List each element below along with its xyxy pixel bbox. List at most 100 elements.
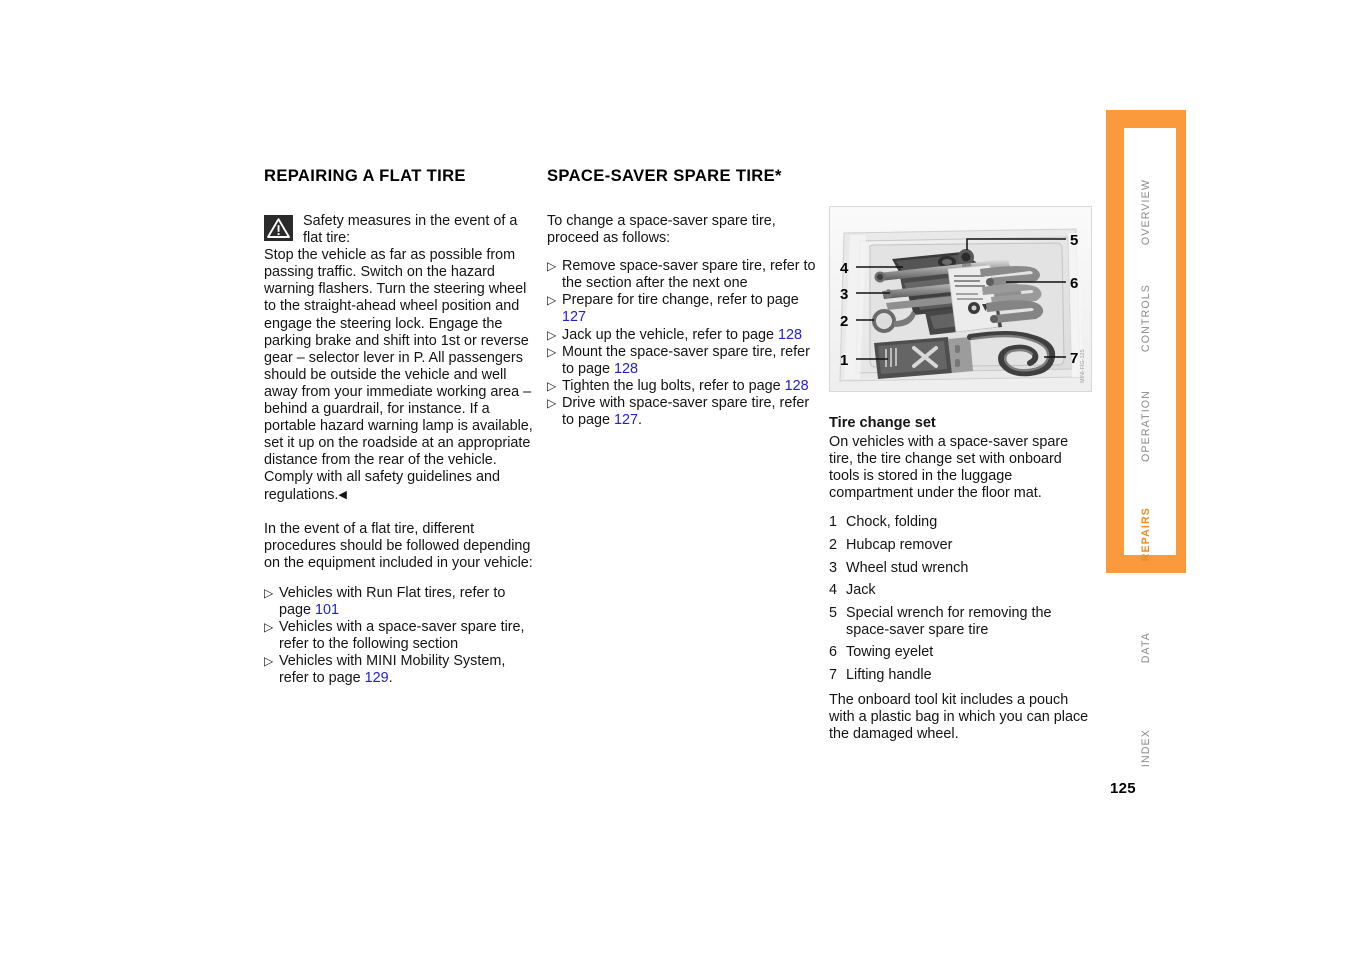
- page-reference-link[interactable]: 128: [778, 327, 802, 343]
- legend-number: 4: [829, 582, 838, 599]
- list-item: 1 Chock, folding: [829, 514, 1095, 531]
- list-item-text: Jack up the vehicle, refer to page: [562, 326, 778, 343]
- figure-callout-2: 2: [840, 313, 848, 330]
- figure-callout-6: 6: [1070, 275, 1078, 292]
- figure-callout-7: 7: [1070, 350, 1078, 367]
- legend-label: Towing eyelet: [846, 644, 934, 661]
- list-item: 3 Wheel stud wrench: [829, 560, 1095, 577]
- legend-number: 3: [829, 559, 838, 576]
- arrow-bullet-icon: ▷: [264, 620, 274, 635]
- legend-label: Hubcap remover: [846, 536, 953, 553]
- column-left: REPAIRING A FLAT TIRE Safety measures in…: [264, 166, 536, 687]
- legend-label: Jack: [846, 582, 876, 599]
- space-saver-intro-text: To change a space-saver spare tire, proc…: [547, 213, 776, 247]
- sidebar-item-label: REPAIRS: [1140, 506, 1152, 562]
- sidebar-item-label: INDEX: [1140, 728, 1152, 768]
- list-item-text-after: .: [638, 412, 643, 429]
- sidebar-label-controls-wrap: CONTROLS: [1106, 258, 1186, 378]
- figure-callout-4: 4: [840, 260, 849, 277]
- sidebar-item-operation[interactable]: OPERATION: [1106, 366, 1186, 486]
- legend-label: Lifting handle: [846, 667, 932, 684]
- list-item: ▷ Tighten the lug bolts, refer to page 12…: [547, 378, 819, 395]
- warning-body-inner: Stop the vehicle as far as possible from…: [264, 247, 533, 503]
- list-item: 7 Lifting handle: [829, 667, 1095, 684]
- tire-change-set-photo: 1 2 3 4 5 6 7 MINI-FIG-125: [829, 206, 1092, 392]
- list-item-text: Tighten the lug bolts, refer to page: [562, 377, 785, 394]
- page-number: 125: [1110, 780, 1136, 797]
- flat-tire-intro-text: In the event of a flat tire, different p…: [264, 520, 533, 571]
- list-item: ▷ Vehicles with MINI Mobility System, ref…: [264, 653, 536, 687]
- tire-change-set-intro: On vehicles with a space-saver spare tir…: [829, 434, 1069, 502]
- section-title-space-saver: SPACE-SAVER SPARE TIRE*: [547, 166, 782, 185]
- arrow-bullet-icon: ▷: [547, 344, 557, 359]
- figure-callout-5: 5: [1070, 232, 1078, 249]
- legend-number: 6: [829, 644, 838, 661]
- warning-body-text: Stop the vehicle as far as possible from…: [264, 247, 536, 503]
- tire-change-set-legend: 1 Chock, folding 2 Hubcap remover 3 Wheel s…: [829, 514, 1095, 684]
- list-item: 5 Special wrench for removing the space-s…: [829, 605, 1095, 639]
- legend-number: 7: [829, 667, 838, 684]
- space-saver-steps-list: ▷ Remove space-saver spare tire, refer to…: [547, 258, 819, 429]
- list-item: ▷ Mount the space-saver spare tire, refer…: [547, 344, 819, 378]
- list-item-text: Remove space-saver spare tire, refer to …: [562, 258, 816, 292]
- list-item-text: Vehicles with Run Flat tires, refer to p…: [279, 584, 506, 618]
- sidebar-item-label: CONTROLS: [1140, 283, 1152, 353]
- page-reference-link[interactable]: 127: [562, 309, 586, 325]
- figure-callout-3: 3: [840, 286, 848, 303]
- column-right: Tire change set On vehicles with a space…: [829, 414, 1095, 743]
- page-reference-link[interactable]: 128: [614, 361, 638, 377]
- list-item: ▷ Vehicles with a space-saver spare tire,…: [264, 619, 536, 653]
- page-reference-link[interactable]: 101: [315, 602, 339, 618]
- column-middle: SPACE-SAVER SPARE TIRE* To change a spac…: [547, 166, 819, 429]
- manual-page: REPAIRING A FLAT TIRE Safety measures in…: [0, 0, 1351, 954]
- arrow-bullet-icon: ▷: [547, 378, 557, 393]
- arrow-bullet-icon: ▷: [547, 259, 557, 274]
- sidebar-label-operation-wrap: OPERATION: [1106, 366, 1186, 486]
- sidebar-item-label: DATA: [1140, 632, 1152, 664]
- arrow-bullet-icon: ▷: [264, 585, 274, 600]
- legend-label: Special wrench for removing the space-sa…: [846, 604, 1052, 638]
- list-item: ▷ Drive with space-saver spare tire, refe…: [547, 395, 819, 429]
- list-item-text: Drive with space-saver spare tire, refer…: [562, 394, 810, 429]
- sidebar-item-controls[interactable]: CONTROLS: [1106, 258, 1186, 378]
- tire-change-set-heading: Tire change set: [829, 415, 936, 431]
- page-reference-link[interactable]: 128: [785, 378, 809, 394]
- list-item: ▷ Jack up the vehicle, refer to page 128: [547, 327, 819, 344]
- sidebar-item-label: OPERATION: [1140, 390, 1152, 462]
- legend-label: Chock, folding: [846, 514, 938, 531]
- warning-triangle-icon: [264, 215, 293, 241]
- arrow-bullet-icon: ▷: [547, 293, 557, 308]
- arrow-bullet-icon: ▷: [547, 395, 557, 410]
- sidebar-item-repairs[interactable]: REPAIRS: [1106, 474, 1186, 594]
- tire-change-set-outro: The onboard tool kit includes a pouch wi…: [829, 692, 1089, 743]
- sidebar-item-overview[interactable]: OVERVIEW: [1106, 152, 1186, 272]
- list-item: ▷ Remove space-saver spare tire, refer to…: [547, 258, 819, 292]
- sidebar-label-overview-wrap: OVERVIEW: [1106, 152, 1186, 272]
- list-item-text-after: .: [388, 670, 393, 687]
- list-item: 4 Jack: [829, 582, 1095, 599]
- list-item-text: Vehicles with a space-saver spare tire, …: [279, 619, 525, 653]
- figure-reference-code: MINI-FIG-125: [1080, 349, 1086, 383]
- page-reference-link[interactable]: 129: [365, 670, 389, 686]
- arrow-bullet-icon: ▷: [547, 327, 557, 342]
- warning-end-marker: ◀: [338, 488, 347, 501]
- legend-number: 5: [829, 604, 838, 621]
- page-reference-link[interactable]: 127: [614, 412, 638, 428]
- list-item: 2 Hubcap remover: [829, 537, 1095, 554]
- safety-warning-block: Safety measures in the event of a flat t…: [264, 213, 536, 504]
- list-item: 6 Towing eyelet: [829, 644, 1095, 661]
- list-item-text: Mount the space-saver spare tire, refer …: [562, 343, 810, 377]
- arrow-bullet-icon: ▷: [264, 654, 274, 669]
- list-item: ▷ Vehicles with Run Flat tires, refer to …: [264, 585, 536, 619]
- legend-number: 2: [829, 536, 838, 553]
- sidebar-item-label: OVERVIEW: [1140, 178, 1152, 246]
- legend-label: Wheel stud wrench: [846, 559, 969, 576]
- warning-lead-text: Safety measures in the event of a flat t…: [303, 213, 518, 247]
- flat-tire-options-list: ▷ Vehicles with Run Flat tires, refer to …: [264, 585, 536, 688]
- page-title: REPAIRING A FLAT TIRE: [264, 166, 466, 185]
- legend-number: 1: [829, 514, 838, 531]
- list-item-text: Prepare for tire change, refer to page: [562, 292, 799, 309]
- sidebar-label-repairs-wrap: REPAIRS: [1106, 474, 1186, 594]
- figure-callout-1: 1: [840, 352, 848, 369]
- list-item: ▷ Prepare for tire change, refer to page …: [547, 292, 819, 326]
